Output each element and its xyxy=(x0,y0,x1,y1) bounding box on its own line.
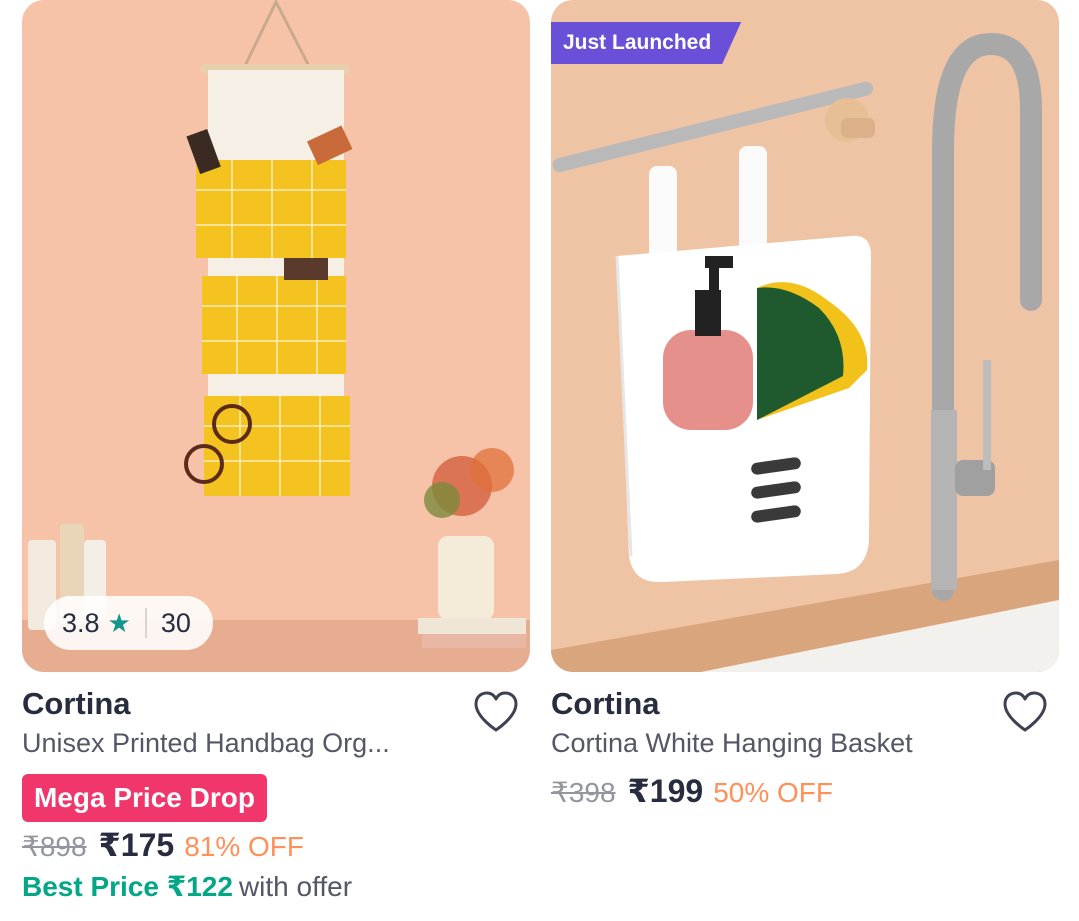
mrp-price: ₹898 xyxy=(22,831,87,862)
price-row: ₹898 ₹175 81% OFF xyxy=(22,826,304,864)
product-image[interactable]: 3.8 ★ 30 xyxy=(22,0,530,672)
wishlist-heart-icon[interactable] xyxy=(472,690,520,734)
mega-price-drop-badge: Mega Price Drop xyxy=(22,774,267,822)
discount-text: 81% OFF xyxy=(184,831,304,862)
mrp-price: ₹398 xyxy=(551,777,616,808)
selling-price: ₹175 xyxy=(98,827,175,863)
product-title: Unisex Printed Handbag Org... xyxy=(22,728,390,758)
best-price-suffix: with offer xyxy=(238,871,353,902)
product-brand: Cortina xyxy=(551,686,660,721)
hanging-basket-image xyxy=(551,0,1059,672)
wishlist-heart-icon[interactable] xyxy=(1001,690,1049,734)
just-launched-tag: Just Launched xyxy=(551,22,742,64)
selling-price: ₹199 xyxy=(627,773,704,809)
rating-count: 30 xyxy=(160,607,191,638)
rating-pill: 3.8 ★ 30 xyxy=(44,596,213,650)
product-title: Cortina White Hanging Basket xyxy=(551,728,913,758)
best-price-label: Best Price ₹122 xyxy=(22,871,233,902)
product-card-2[interactable]: Just Launched Cortina Cortina White Hang… xyxy=(551,0,1059,921)
price-row: ₹398 ₹199 50% OFF xyxy=(551,772,833,810)
rating-divider xyxy=(144,608,147,638)
rating-value: 3.8 xyxy=(62,607,100,638)
wall-hanging-organizer-image xyxy=(22,0,530,672)
discount-text: 50% OFF xyxy=(713,777,833,808)
product-image[interactable]: Just Launched xyxy=(551,0,1059,672)
best-price-row: Best Price ₹122 with offer xyxy=(22,870,352,903)
product-brand: Cortina xyxy=(22,686,131,721)
product-card-1[interactable]: 3.8 ★ 30 Cortina Unisex Printed Handbag … xyxy=(22,0,530,921)
star-icon: ★ xyxy=(107,607,131,638)
